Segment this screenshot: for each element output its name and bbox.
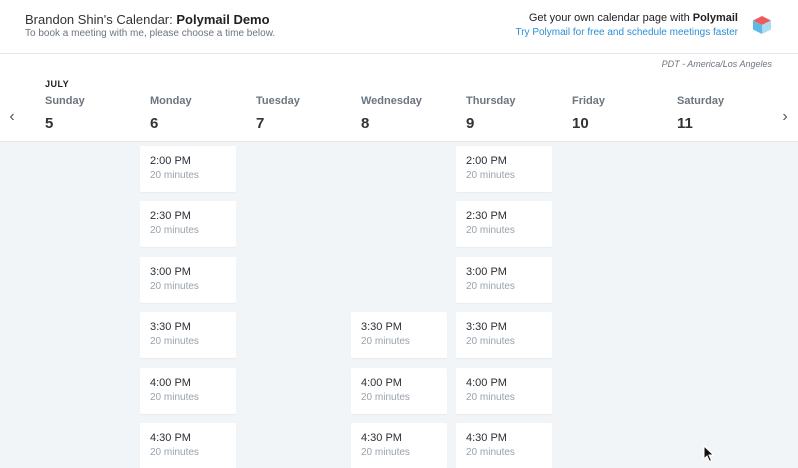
day-header-tuesday: Tuesday 7: [256, 95, 356, 132]
slot-duration: 20 minutes: [466, 336, 515, 347]
day-header-thursday: Thursday 9: [466, 95, 566, 132]
day-date: 6: [150, 115, 159, 132]
previous-week-chevron-icon[interactable]: ‹: [4, 108, 20, 126]
mouse-pointer-icon: [703, 445, 715, 463]
slot-duration: 20 minutes: [150, 336, 199, 347]
time-slot-monday[interactable]: 4:30 PM 20 minutes: [140, 423, 236, 468]
slot-duration: 20 minutes: [150, 225, 199, 236]
time-slot-monday[interactable]: 2:30 PM 20 minutes: [140, 201, 236, 247]
time-slot-grid: [0, 141, 798, 468]
page-subtitle: To book a meeting with me, please choose…: [25, 28, 276, 39]
slot-duration: 20 minutes: [361, 336, 410, 347]
time-slot-thursday[interactable]: 2:00 PM 20 minutes: [456, 146, 552, 192]
day-date: 8: [361, 115, 370, 132]
day-name: Tuesday: [256, 95, 300, 107]
day-date: 9: [466, 115, 475, 132]
day-name: Monday: [150, 95, 192, 107]
slot-duration: 20 minutes: [150, 170, 199, 181]
slot-time: 4:00 PM: [466, 377, 507, 389]
day-date: 7: [256, 115, 265, 132]
slot-time: 3:00 PM: [466, 266, 507, 278]
page-header: Brandon Shin's Calendar: Polymail Demo T…: [0, 0, 798, 54]
promo-prefix: Get your own calendar page with: [528, 12, 693, 24]
timezone-label: PDT - America/Los Angeles: [661, 59, 772, 69]
day-header-wednesday: Wednesday 8: [361, 95, 461, 132]
time-slot-wednesday[interactable]: 4:00 PM 20 minutes: [351, 368, 447, 414]
page-title: Brandon Shin's Calendar: Polymail Demo: [25, 12, 270, 27]
day-date: 10: [572, 115, 589, 132]
day-header-saturday: Saturday 11: [677, 95, 777, 132]
promo-brand: Polymail: [692, 12, 738, 24]
slot-duration: 20 minutes: [150, 447, 199, 458]
time-slot-thursday[interactable]: 4:00 PM 20 minutes: [456, 368, 552, 414]
time-slot-monday[interactable]: 3:00 PM 20 minutes: [140, 257, 236, 303]
day-header-friday: Friday 10: [572, 95, 672, 132]
day-name: Saturday: [677, 95, 725, 107]
day-header-monday: Monday 6: [150, 95, 250, 132]
slot-time: 4:30 PM: [361, 432, 402, 444]
title-prefix: Brandon Shin's Calendar:: [25, 12, 177, 27]
time-slot-monday[interactable]: 4:00 PM 20 minutes: [140, 368, 236, 414]
time-slot-wednesday[interactable]: 3:30 PM 20 minutes: [351, 312, 447, 358]
slot-time: 4:00 PM: [361, 377, 402, 389]
slot-time: 4:00 PM: [150, 377, 191, 389]
time-slot-wednesday[interactable]: 4:30 PM 20 minutes: [351, 423, 447, 468]
slot-duration: 20 minutes: [466, 170, 515, 181]
month-label: JULY: [45, 79, 70, 89]
slot-time: 3:30 PM: [361, 321, 402, 333]
promo-text: Get your own calendar page with Polymail: [529, 12, 738, 24]
slot-duration: 20 minutes: [466, 392, 515, 403]
slot-duration: 20 minutes: [150, 281, 199, 292]
slot-duration: 20 minutes: [150, 392, 199, 403]
day-name: Sunday: [45, 95, 85, 107]
slot-time: 2:30 PM: [466, 210, 507, 222]
slot-time: 2:00 PM: [466, 155, 507, 167]
slot-time: 3:00 PM: [150, 266, 191, 278]
slot-duration: 20 minutes: [466, 447, 515, 458]
day-name: Thursday: [466, 95, 516, 107]
time-slot-thursday[interactable]: 3:30 PM 20 minutes: [456, 312, 552, 358]
day-name: Friday: [572, 95, 606, 107]
day-name: Wednesday: [361, 95, 422, 107]
calendar-name: Polymail Demo: [176, 12, 270, 27]
slot-time: 4:30 PM: [466, 432, 507, 444]
time-slot-thursday[interactable]: 3:00 PM 20 minutes: [456, 257, 552, 303]
slot-time: 3:30 PM: [466, 321, 507, 333]
time-slot-thursday[interactable]: 4:30 PM 20 minutes: [456, 423, 552, 468]
polymail-logo-icon[interactable]: [752, 15, 772, 35]
slot-duration: 20 minutes: [361, 447, 410, 458]
day-header-sunday: Sunday 5: [45, 95, 145, 132]
slot-time: 3:30 PM: [150, 321, 191, 333]
slot-time: 2:00 PM: [150, 155, 191, 167]
try-polymail-link[interactable]: Try Polymail for free and schedule meeti…: [515, 27, 738, 38]
next-week-chevron-icon[interactable]: ›: [777, 108, 793, 126]
time-slot-monday[interactable]: 2:00 PM 20 minutes: [140, 146, 236, 192]
day-date: 5: [45, 115, 54, 132]
time-slot-thursday[interactable]: 2:30 PM 20 minutes: [456, 201, 552, 247]
slot-time: 2:30 PM: [150, 210, 191, 222]
time-slot-monday[interactable]: 3:30 PM 20 minutes: [140, 312, 236, 358]
slot-duration: 20 minutes: [361, 392, 410, 403]
slot-duration: 20 minutes: [466, 225, 515, 236]
day-date: 11: [677, 115, 693, 132]
slot-duration: 20 minutes: [466, 281, 515, 292]
slot-time: 4:30 PM: [150, 432, 191, 444]
